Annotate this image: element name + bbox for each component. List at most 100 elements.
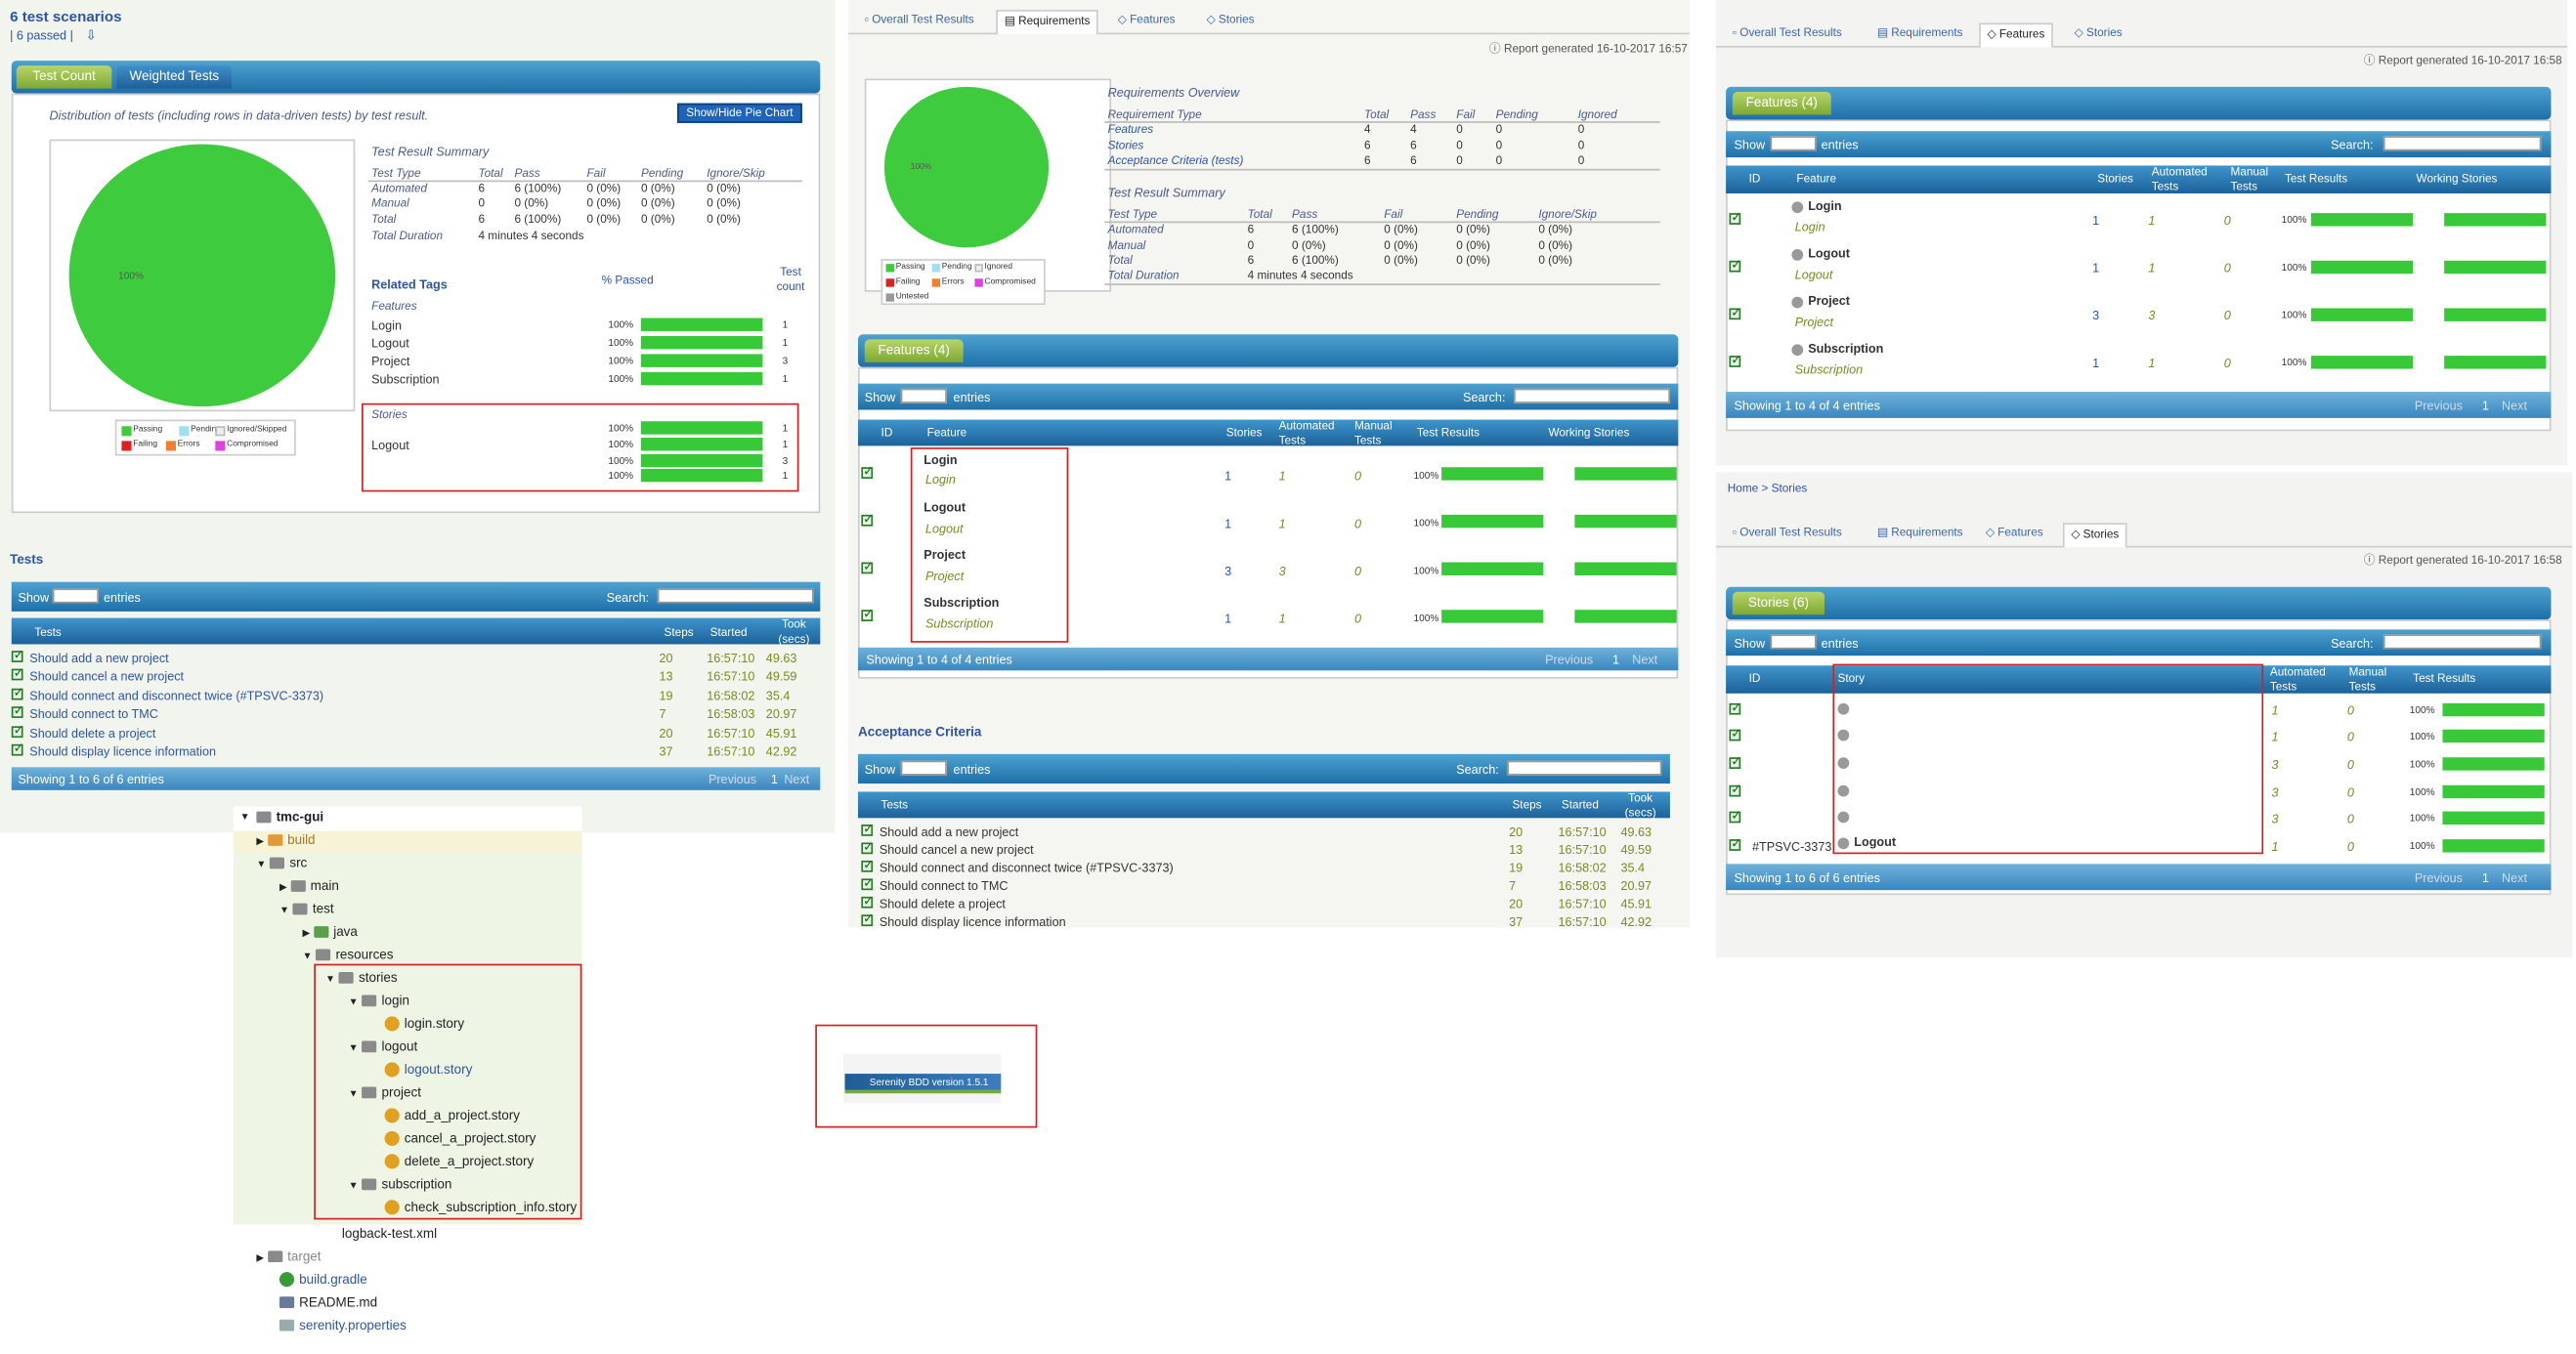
folder-icon [290, 880, 306, 893]
related-tags-title: Related Tags [371, 276, 448, 292]
tests-table-header: Tests Steps Started Took (secs) [11, 617, 821, 646]
page-size-select[interactable] [1770, 136, 1817, 151]
tab-features[interactable]: ◇ Features [1979, 523, 2049, 545]
properties-icon [279, 1320, 295, 1333]
collapse-icon [1791, 248, 1804, 260]
breadcrumb[interactable]: Home > Stories [1728, 482, 1807, 496]
download-icon[interactable]: ⇩ [85, 28, 96, 43]
tab-stories[interactable]: ◇ Stories [2068, 22, 2128, 45]
show-hide-pie-button[interactable]: Show/Hide Pie Chart [676, 103, 802, 123]
folder-icon [314, 926, 329, 939]
tree-main: main [310, 878, 339, 894]
collapse-icon [1791, 295, 1804, 308]
tab-requirements[interactable]: ▤ Requirements [1870, 22, 1969, 45]
tab-features-count[interactable]: Features (4) [1732, 91, 1831, 115]
search-input[interactable] [2383, 136, 2542, 151]
tab-stories-count[interactable]: Stories (6) [1732, 591, 1825, 615]
tab-overall-results[interactable]: ▫ Overall Test Results [1726, 22, 1848, 45]
folder-icon [256, 812, 272, 825]
collapse-icon [1791, 343, 1804, 356]
collapse-icon [1791, 200, 1804, 213]
search-input[interactable] [1507, 760, 1662, 776]
acceptance-toolbar: Show entries Search: [858, 753, 1670, 784]
features-toolbar: Show entries Search: [1726, 131, 2552, 158]
tree-root: tmc-gui [276, 809, 324, 825]
requirements-overview-title: Requirements Overview [1107, 85, 1240, 101]
search-input[interactable] [1514, 388, 1670, 403]
features-table-footer: Showing 1 to 4 of 4 entries Previous 1 N… [1726, 392, 2552, 418]
middle-features-header: ID Feature Stories Automated Tests Manua… [858, 419, 1679, 447]
story-column-highlight-box [1832, 663, 2264, 855]
stories-report-panel: Home > Stories ▫ Overall Test Results ▤ … [1716, 472, 2573, 957]
tab-test-count[interactable]: Test Count [16, 65, 112, 89]
tree-resources: resources [335, 947, 394, 962]
tree-target: target [287, 1248, 322, 1264]
pie-legend: Passing Pending Ignored/Skipped Failing … [114, 419, 296, 456]
acceptance-table-header: Tests Steps Started Took (secs) [858, 791, 1670, 820]
folder-icon [316, 950, 331, 961]
requirements-legend: Passing Pending Ignored Failing Errors C… [880, 259, 1046, 306]
passed-count[interactable]: | 6 passed | [10, 28, 73, 43]
tree-src: src [289, 855, 308, 871]
report-generated: ⓘ Report generated 16-10-2017 16:57 [1488, 44, 1688, 57]
tab-stories[interactable]: ◇ Stories [2062, 523, 2127, 548]
version-badge: Serenity BDD version 1.5.1 [842, 1053, 1002, 1104]
passed-col-header: % Passed [601, 275, 654, 287]
stories-highlight-box [362, 402, 799, 492]
search-input[interactable] [2383, 634, 2542, 650]
stories-table-footer: Showing 1 to 6 of 6 entries Previous 1 N… [1726, 864, 2552, 891]
tab-overall-results[interactable]: ▫ Overall Test Results [1726, 523, 1848, 545]
middle-report-panel: ▫ Overall Test Results ▤ Requirements ◇ … [847, 0, 1691, 929]
tab-requirements[interactable]: ▤ Requirements [1870, 523, 1969, 545]
tab-stories[interactable]: ◇ Stories [1200, 10, 1261, 32]
pie-label: 100% [118, 272, 144, 282]
features-highlight-box [910, 447, 1069, 643]
report-generated: ⓘ Report generated 16-10-2017 16:58 [2363, 56, 2562, 67]
summary-title: Test Result Summary [371, 144, 490, 159]
tab-requirements[interactable]: ▤ Requirements [996, 10, 1098, 35]
search-input[interactable] [657, 588, 814, 604]
requirements-pie-label: 100% [910, 162, 932, 173]
page-size-select[interactable] [52, 588, 99, 604]
tree-build-gradle: build.gradle [299, 1272, 367, 1288]
tests-title: Tests [10, 552, 44, 568]
folder-icon [270, 858, 285, 869]
tree-serenity-properties: serenity.properties [299, 1318, 407, 1333]
tab-features[interactable]: ◇ Features [1979, 22, 2053, 48]
features-report-panel: ▫ Overall Test Results ▤ Requirements ◇ … [1716, 0, 2568, 466]
middle-features-tabbar [858, 334, 1679, 367]
stories-toolbar: Show entries Search: [1726, 629, 2552, 656]
tree-build: build [287, 832, 316, 848]
middle-features-toolbar: Show entries Search: [858, 383, 1679, 410]
gradle-icon [279, 1272, 295, 1288]
tree-readme: README.md [299, 1294, 378, 1310]
features-table-header: ID Feature Stories Automated Tests Manua… [1726, 165, 2552, 194]
page-size-select[interactable] [900, 760, 947, 776]
tab-overall-results[interactable]: ▫ Overall Test Results [858, 10, 980, 32]
folder-icon [267, 1250, 283, 1263]
left-report-panel: 6 test scenarios | 6 passed | ⇩ Test Cou… [0, 0, 836, 833]
tree-java: java [333, 924, 358, 940]
tests-toolbar: Show entries Search: [11, 581, 821, 612]
report-generated: ⓘ Report generated 16-10-2017 16:58 [2363, 555, 2562, 568]
tab-features[interactable]: ◇ Features [1111, 10, 1181, 32]
tree-test: test [312, 901, 334, 917]
page-size-select[interactable] [900, 388, 947, 403]
page-size-select[interactable] [1770, 634, 1817, 650]
tests-table-footer: Showing 1 to 6 of 6 entries Previous 1 N… [11, 767, 821, 790]
tab-features-count[interactable]: Features (4) [864, 339, 964, 362]
tree-logback: logback-test.xml [341, 1226, 438, 1242]
screenshot-collage: 6 test scenarios | 6 passed | ⇩ Test Cou… [0, 0, 2576, 1354]
features-label: Features [371, 301, 417, 314]
pie-chart [68, 144, 336, 407]
stories-tabbar [1726, 586, 2552, 620]
count-col-header: Test count [776, 267, 805, 294]
distribution-note: Distribution of tests (including rows in… [49, 107, 429, 123]
folder-icon [292, 904, 308, 915]
features-tabbar [1726, 86, 2552, 120]
scenarios-title: 6 test scenarios [10, 8, 122, 25]
acceptance-criteria-title: Acceptance Criteria [858, 724, 982, 740]
folder-icon [267, 834, 283, 847]
middle-features-footer: Showing 1 to 4 of 4 entries Previous 1 N… [858, 647, 1679, 671]
tab-weighted-tests[interactable]: Weighted Tests [116, 65, 233, 89]
